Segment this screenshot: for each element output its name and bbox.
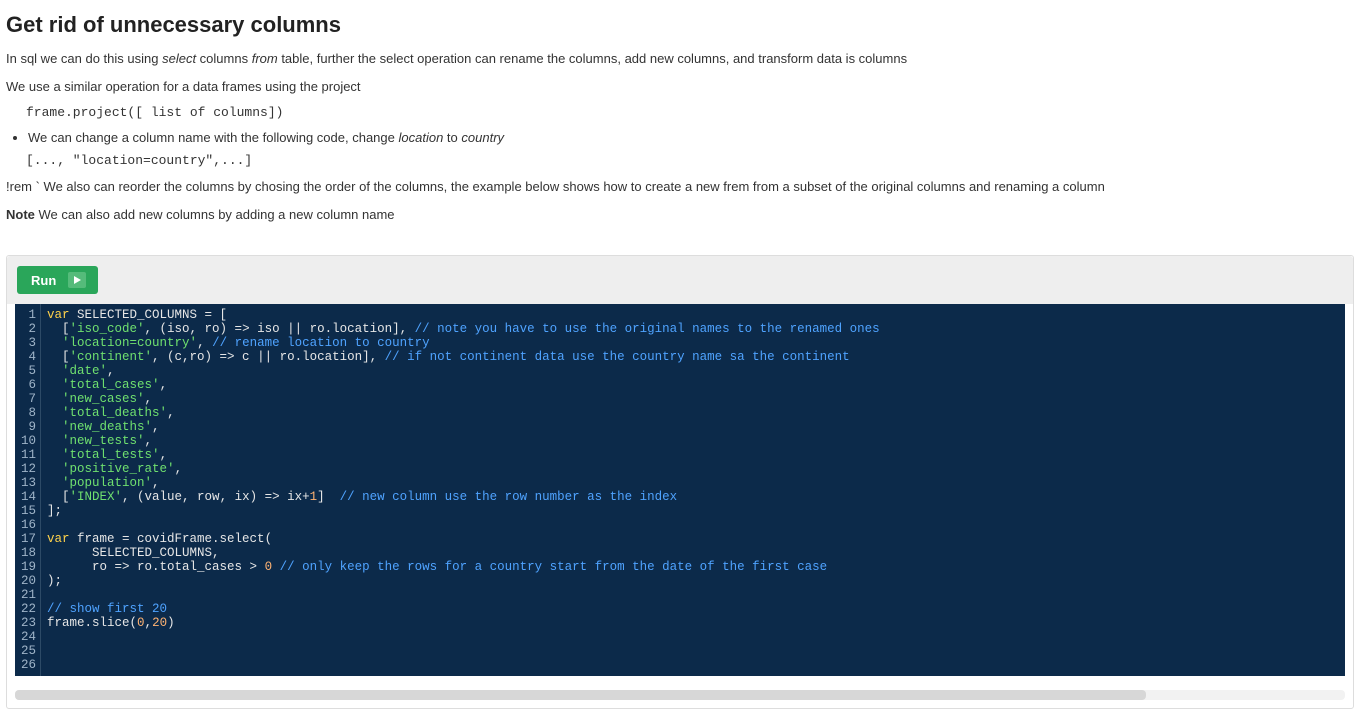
play-icon [68,272,86,288]
code-snippet-2: [..., "location=country",...] [26,153,1354,168]
cell-toolbar: Run [7,256,1353,304]
run-button[interactable]: Run [17,266,98,294]
text: columns [196,51,252,66]
note-label: Note [6,207,35,222]
em-from: from [252,51,278,66]
text: to [443,130,461,145]
em-location: location [399,130,444,145]
text: In sql we can do this using [6,51,162,66]
scrollbar-thumb[interactable] [15,690,1146,700]
paragraph-note: Note We can also add new columns by addi… [6,206,1354,224]
code-snippet-1: frame.project([ list of columns]) [26,105,1354,120]
page-title: Get rid of unnecessary columns [6,12,1354,38]
code-editor[interactable]: 1234567891011121314151617181920212223242… [15,304,1345,676]
code-body[interactable]: var SELECTED_COLUMNS = [ ['iso_code', (i… [41,304,1345,676]
em-country: country [461,130,504,145]
note-text: We can also add new columns by adding a … [35,207,395,222]
run-button-label: Run [31,273,56,288]
em-select: select [162,51,196,66]
bullet-list: We can change a column name with the fol… [28,130,1354,145]
list-item: We can change a column name with the fol… [28,130,1354,145]
paragraph-2: We use a similar operation for a data fr… [6,78,1354,96]
line-gutter: 1234567891011121314151617181920212223242… [15,304,41,676]
paragraph-3: !rem ` We also can reorder the columns b… [6,178,1354,196]
code-cell: Run 123456789101112131415161718192021222… [6,255,1354,709]
paragraph-1: In sql we can do this using select colum… [6,50,1354,68]
text: We can change a column name with the fol… [28,130,399,145]
text: table, further the select operation can … [278,51,907,66]
horizontal-scrollbar[interactable] [15,690,1345,700]
